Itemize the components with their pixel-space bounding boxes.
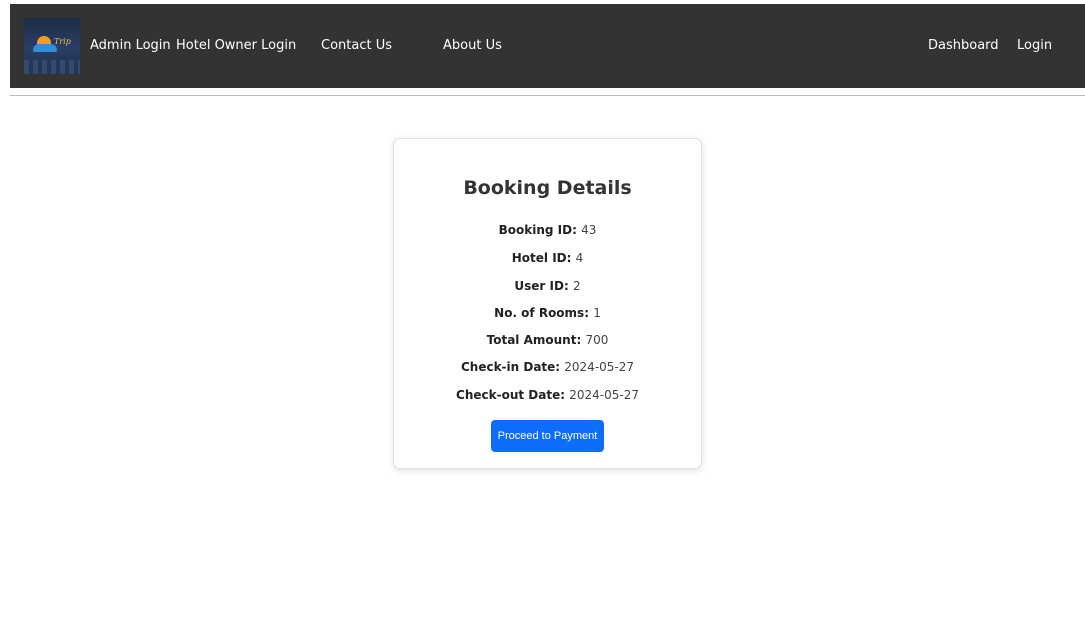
check-in-row: Check-in Date: 2024-05-27: [394, 360, 701, 374]
navbar: Trip Admin Login Hotel Owner Login Conta…: [10, 4, 1085, 88]
logo-text: Trip: [54, 37, 71, 46]
check-out-value: 2024-05-27: [569, 388, 639, 402]
nav-contact-us[interactable]: Contact Us: [321, 4, 392, 88]
check-out-label: Check-out Date:: [456, 388, 570, 402]
page: Trip Admin Login Hotel Owner Login Conta…: [0, 0, 1085, 623]
user-id-row: User ID: 2: [394, 279, 701, 293]
total-amount-label: Total Amount:: [486, 333, 586, 347]
rooms-label: No. of Rooms:: [494, 306, 594, 320]
booking-id-label: Booking ID:: [498, 223, 582, 237]
booking-id-value: 43: [581, 223, 597, 237]
nav-about-us[interactable]: About Us: [443, 4, 502, 88]
booking-details-card: Booking Details Booking ID: 43 Hotel ID:…: [393, 138, 702, 469]
hotel-id-label: Hotel ID:: [511, 251, 576, 265]
user-id-value: 2: [572, 279, 581, 293]
logo-skyline-icon: [24, 60, 80, 74]
rooms-value: 1: [593, 306, 601, 320]
total-amount-row: Total Amount: 700: [394, 333, 701, 347]
header-divider: [10, 95, 1085, 96]
total-amount-value: 700: [585, 333, 609, 347]
site-logo[interactable]: Trip: [24, 18, 80, 74]
rooms-row: No. of Rooms: 1: [394, 306, 701, 320]
proceed-to-payment-button[interactable]: Proceed to Payment: [491, 420, 604, 452]
user-id-label: User ID:: [514, 279, 573, 293]
hotel-id-row: Hotel ID: 4: [394, 251, 701, 265]
nav-admin-login[interactable]: Admin Login: [90, 4, 171, 88]
nav-login[interactable]: Login: [1017, 4, 1052, 88]
nav-hotel-owner-login[interactable]: Hotel Owner Login: [176, 4, 296, 88]
nav-dashboard[interactable]: Dashboard: [928, 4, 999, 88]
check-out-row: Check-out Date: 2024-05-27: [394, 388, 701, 402]
hotel-id-value: 4: [575, 251, 584, 265]
check-in-value: 2024-05-27: [564, 360, 635, 374]
check-in-label: Check-in Date:: [460, 360, 565, 374]
booking-id-row: Booking ID: 43: [394, 223, 701, 237]
booking-details-title: Booking Details: [463, 177, 632, 199]
